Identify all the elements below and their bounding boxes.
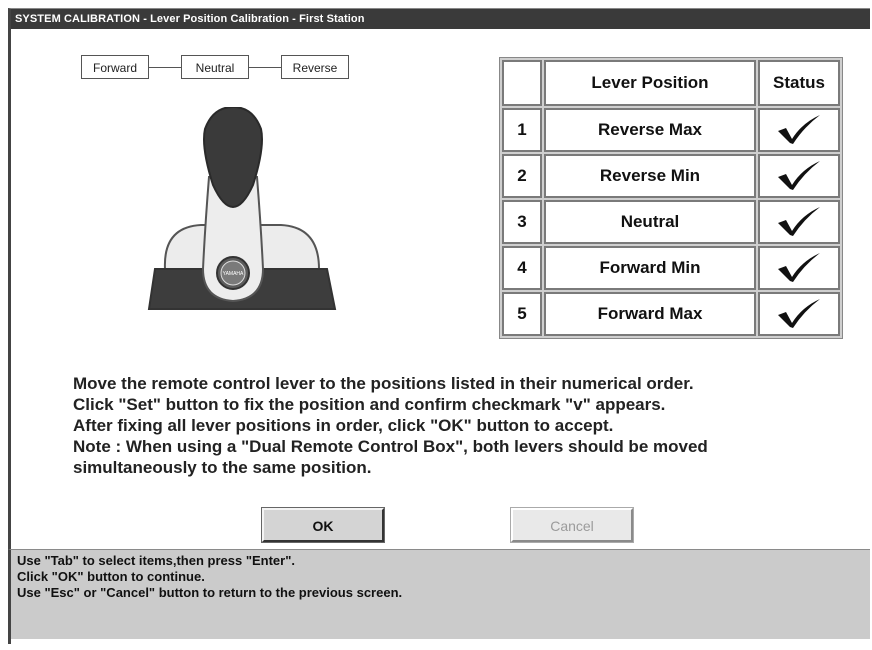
row-lever-position: Forward Max	[544, 292, 756, 336]
row-number: 3	[502, 200, 542, 244]
lever-knob-text: YAMAHA	[223, 271, 244, 277]
connector-line	[249, 67, 281, 68]
row-lever-position: Neutral	[544, 200, 756, 244]
row-status	[758, 292, 840, 336]
row-number: 1	[502, 108, 542, 152]
table-row[interactable]: 3 Neutral	[502, 200, 840, 244]
column-header-status: Status	[758, 60, 840, 106]
neutral-label: Neutral	[181, 55, 249, 79]
row-number: 5	[502, 292, 542, 336]
row-lever-position: Forward Min	[544, 246, 756, 290]
lever-position-table: Lever Position Status 1 Reverse Max 2 Re…	[499, 57, 843, 339]
check-icon	[778, 206, 820, 236]
check-icon	[778, 160, 820, 190]
instruction-line: Note : When using a "Dual Remote Control…	[73, 437, 708, 456]
table-row[interactable]: 4 Forward Min	[502, 246, 840, 290]
window-title: SYSTEM CALIBRATION - Lever Position Cali…	[11, 9, 870, 29]
instruction-line: simultaneously to the same position.	[73, 458, 372, 477]
table-row[interactable]: 2 Reverse Min	[502, 154, 840, 198]
check-icon	[778, 252, 820, 282]
instruction-line: Click "Set" button to fix the position a…	[73, 395, 666, 414]
row-number: 2	[502, 154, 542, 198]
ok-button[interactable]: OK	[261, 507, 385, 543]
table-row[interactable]: 1 Reverse Max	[502, 108, 840, 152]
row-status	[758, 246, 840, 290]
row-lever-position: Reverse Min	[544, 154, 756, 198]
help-line: Use "Tab" to select items,then press "En…	[17, 553, 295, 568]
lever-positions-diagram: Forward Neutral Reverse	[81, 55, 361, 81]
help-line: Use "Esc" or "Cancel" button to return t…	[17, 585, 403, 600]
row-status	[758, 200, 840, 244]
remote-control-lever-image: YAMAHA	[147, 107, 337, 310]
row-number: 4	[502, 246, 542, 290]
help-status-bar: Use "Tab" to select items,then press "En…	[8, 549, 870, 639]
check-icon	[778, 114, 820, 144]
instruction-line: Move the remote control lever to the pos…	[73, 374, 694, 393]
column-header-lever-position: Lever Position	[544, 60, 756, 106]
column-header-number	[502, 60, 542, 106]
row-status	[758, 154, 840, 198]
cancel-button[interactable]: Cancel	[510, 507, 634, 543]
table-header-row: Lever Position Status	[502, 60, 840, 106]
instruction-line: After fixing all lever positions in orde…	[73, 416, 614, 435]
connector-line	[149, 67, 181, 68]
forward-label: Forward	[81, 55, 149, 79]
table-row[interactable]: 5 Forward Max	[502, 292, 840, 336]
row-lever-position: Reverse Max	[544, 108, 756, 152]
reverse-label: Reverse	[281, 55, 349, 79]
instructions-text: Move the remote control lever to the pos…	[73, 373, 853, 478]
row-status	[758, 108, 840, 152]
check-icon	[778, 298, 820, 328]
help-line: Click "OK" button to continue.	[17, 569, 205, 584]
